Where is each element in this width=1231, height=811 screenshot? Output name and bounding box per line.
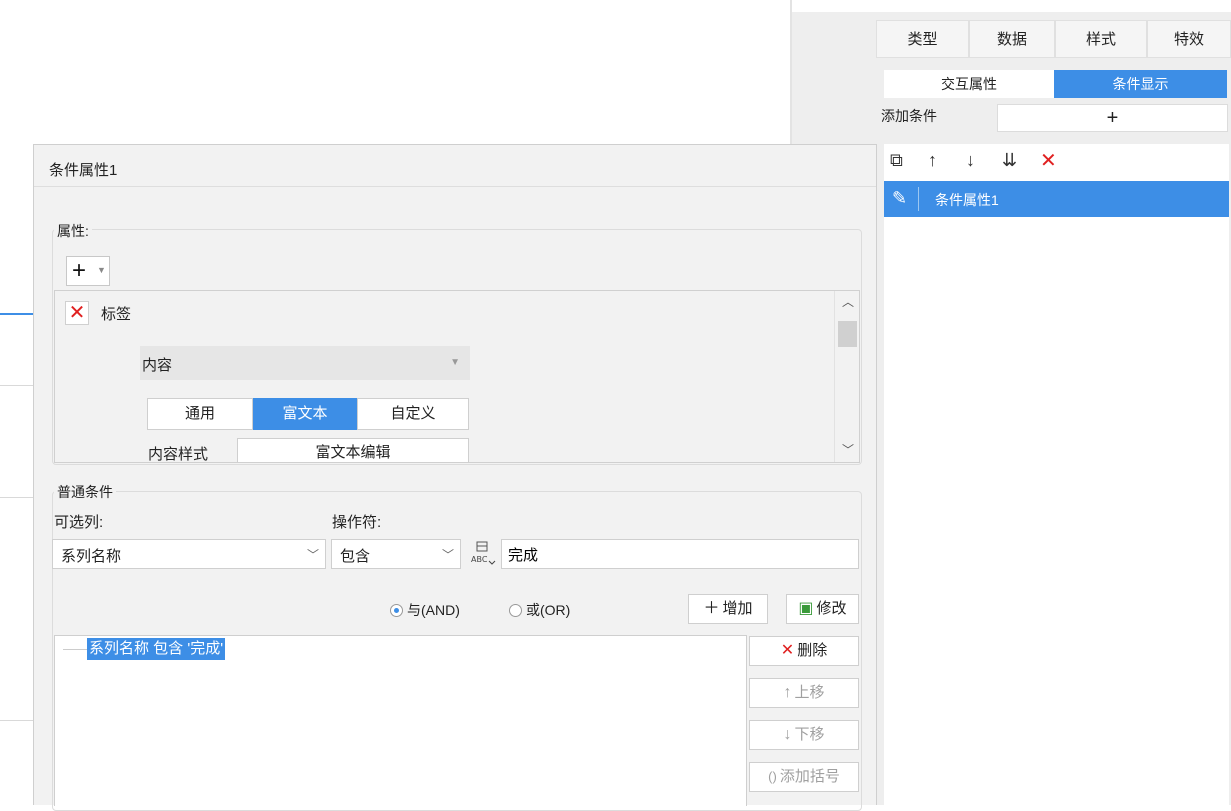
content-style-label: 内容样式: [148, 446, 209, 463]
radio-and-label: 与(AND): [407, 602, 460, 618]
radio-or[interactable]: 或(OR): [509, 600, 570, 620]
panel-top-strip: [792, 0, 1231, 12]
content-select-value: 内容: [142, 357, 173, 374]
chevron-down-icon: ▼: [97, 265, 106, 275]
move-up-icon[interactable]: ↑: [928, 150, 937, 171]
condition-toolbar: ⧉ ↑ ↓ ⇊ ✕: [884, 144, 1229, 180]
delete-icon[interactable]: ✕: [1040, 148, 1057, 173]
condition-tree: 系列名称 包含 '完成': [54, 635, 747, 806]
tab-data[interactable]: 数据: [969, 20, 1055, 58]
pencil-icon: ✎: [892, 188, 908, 208]
move-down-icon[interactable]: ↓: [966, 150, 975, 171]
property-name: 标签: [101, 306, 132, 323]
chevron-down-icon: ﹀: [441, 548, 454, 562]
add-condition-label: 添加条件: [881, 108, 937, 124]
tab-style[interactable]: 样式: [1055, 20, 1147, 58]
canvas-line: [0, 720, 34, 721]
content-select[interactable]: 内容 ▼: [140, 346, 470, 380]
title-divider: [34, 186, 876, 187]
tab-conditional-display[interactable]: 条件显示: [1054, 70, 1227, 98]
column-select-value: 系列名称: [61, 548, 122, 565]
delete-icon: ✕: [780, 642, 795, 659]
svg-text:ABC: ABC: [471, 555, 488, 564]
tree-branch-line: [63, 649, 87, 650]
condition-value-field[interactable]: [502, 540, 858, 568]
value-type-icon[interactable]: ABC: [467, 539, 497, 569]
scroll-up-icon[interactable]: ︿: [842, 293, 854, 310]
vertical-scrollbar[interactable]: ︿ ﹀: [834, 291, 859, 462]
move-bottom-icon[interactable]: ⇊: [1002, 150, 1017, 171]
condition-tree-node[interactable]: 系列名称 包含 '完成': [87, 638, 226, 660]
radio-dot: [390, 604, 403, 617]
move-down-label: 下移: [794, 726, 825, 743]
edit-icon: ▣: [798, 600, 814, 617]
bracket-icon: (): [768, 769, 777, 784]
move-down-button[interactable]: ↓ 下移: [749, 720, 859, 750]
condition-properties-dialog: 条件属性1 属性: + ▼ ✕ 标签 内容 ▼ 通用 富文本 自定义 内容样式 …: [33, 144, 877, 811]
add-condition-button[interactable]: +: [997, 104, 1228, 132]
condition-value-input[interactable]: [501, 539, 859, 569]
column-label: 可选列:: [54, 514, 104, 531]
add-condition-rule-button[interactable]: ＋增加: [688, 594, 768, 624]
add-bracket-label: 添加括号: [779, 768, 840, 785]
segment-general[interactable]: 通用: [147, 398, 253, 430]
canvas-line: [0, 313, 34, 315]
separator: [918, 187, 919, 211]
scroll-thumb[interactable]: [838, 321, 857, 347]
properties-legend: 属性:: [54, 221, 92, 241]
property-list: ✕ 标签 内容 ▼ 通用 富文本 自定义 内容样式 富文本编辑 ︿ ﹀: [54, 290, 860, 463]
add-label: 增加: [722, 600, 753, 617]
arrow-down-icon: ↓: [783, 726, 792, 743]
segment-custom[interactable]: 自定义: [357, 398, 469, 430]
add-property-button[interactable]: + ▼: [66, 256, 110, 286]
plus-icon: +: [72, 257, 87, 284]
add-bracket-button[interactable]: () 添加括号: [749, 762, 859, 792]
column-select[interactable]: 系列名称 ﹀: [52, 539, 326, 569]
operator-label: 操作符:: [332, 514, 382, 531]
copy-icon[interactable]: ⧉: [890, 150, 903, 171]
arrow-up-icon: ↑: [783, 684, 792, 701]
segment-rich-text[interactable]: 富文本: [253, 398, 357, 430]
abc-icon: ABC: [471, 541, 496, 565]
condition-item-label: 条件属性1: [935, 192, 999, 208]
canvas-line: [0, 385, 34, 386]
condition-list: [884, 180, 1229, 805]
operator-select-value: 包含: [340, 548, 371, 565]
rich-text-edit-button[interactable]: 富文本编辑: [237, 438, 469, 462]
chevron-down-icon: ▼: [450, 357, 460, 368]
radio-and[interactable]: 与(AND): [390, 600, 460, 620]
canvas-line: [0, 497, 34, 498]
delete-button[interactable]: ✕ 删除: [749, 636, 859, 666]
condition-list-item[interactable]: ✎ 条件属性1: [884, 181, 1229, 217]
radio-or-label: 或(OR): [526, 602, 571, 618]
scroll-down-icon[interactable]: ﹀: [842, 441, 854, 458]
move-up-label: 上移: [794, 684, 825, 701]
tab-effects[interactable]: 特效: [1147, 20, 1231, 58]
remove-property-icon[interactable]: ✕: [65, 301, 89, 325]
chevron-down-icon: ﹀: [306, 548, 319, 562]
tab-type[interactable]: 类型: [876, 20, 969, 58]
modify-button[interactable]: ▣ 修改: [786, 594, 859, 624]
modify-label: 修改: [816, 600, 847, 617]
normal-condition-legend: 普通条件: [54, 482, 116, 502]
radio-dot: [509, 604, 522, 617]
dialog-title: 条件属性1: [49, 162, 118, 179]
tab-interaction-properties[interactable]: 交互属性: [884, 70, 1054, 98]
delete-label: 删除: [797, 642, 828, 659]
operator-select[interactable]: 包含 ﹀: [331, 539, 461, 569]
plus-icon: ＋: [703, 600, 720, 617]
move-up-button[interactable]: ↑ 上移: [749, 678, 859, 708]
